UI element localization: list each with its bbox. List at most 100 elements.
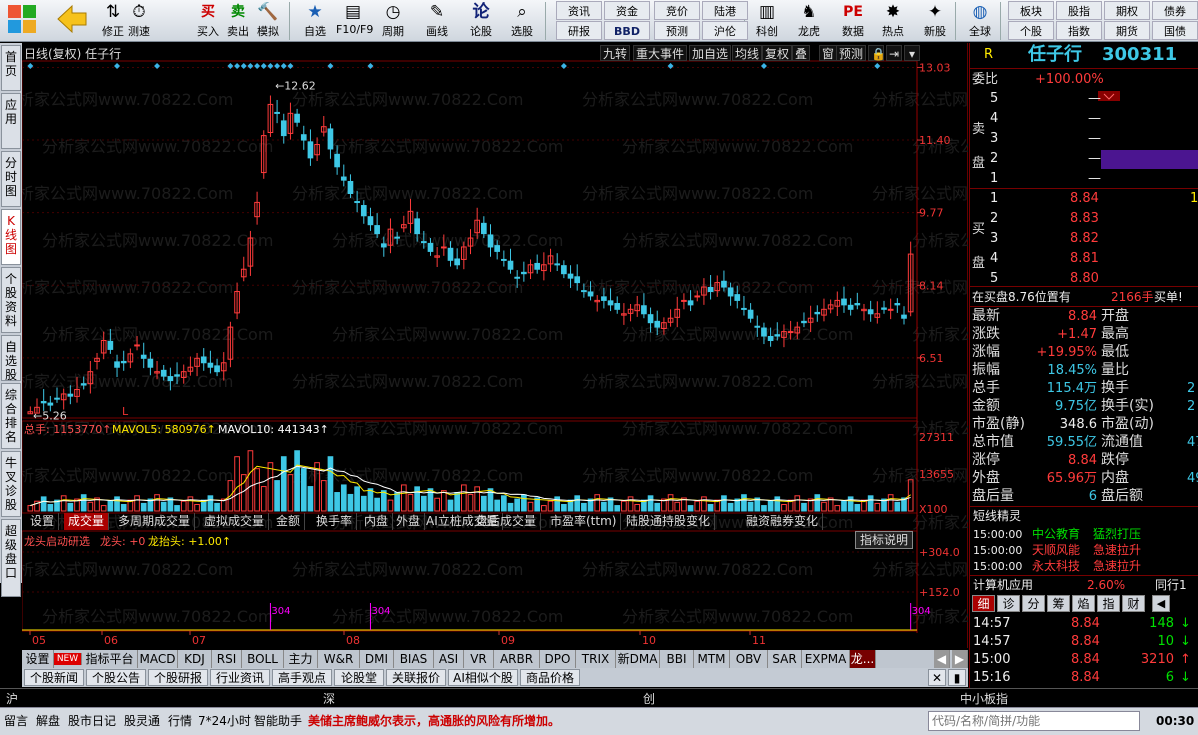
event-diamond-icon[interactable] — [234, 63, 241, 69]
buy-price-4[interactable]: 8.81 — [1070, 250, 1099, 267]
ind-tab-13[interactable]: ARBR — [494, 650, 540, 668]
toolbar-f10-button[interactable]: ▤ F10/F9 — [336, 1, 373, 41]
panel-tab-7[interactable]: 外盘 — [392, 513, 426, 530]
close-panel-icon[interactable]: ✕ — [928, 669, 946, 686]
ind-tab-2[interactable]: 指标平台 — [82, 650, 138, 668]
panel-tab-5[interactable]: 换手率 — [312, 513, 358, 530]
left-tab-8[interactable]: 超级盘口 — [1, 519, 21, 597]
toolbar-link-0-0[interactable]: 资讯 — [556, 1, 602, 20]
ind-tab-4[interactable]: KDJ — [178, 650, 212, 668]
panel-tab-2[interactable]: 多周期成交量 — [114, 513, 196, 530]
sell-price-1[interactable]: — — [1088, 170, 1101, 187]
toolbar-link-7-0[interactable]: 债券 — [1152, 1, 1198, 20]
left-tab-4[interactable]: 个股资料 — [1, 267, 21, 333]
indicator-explain-button[interactable]: 指标说明 — [855, 531, 914, 549]
event-diamond-icon[interactable] — [240, 63, 247, 69]
ind-tab-16[interactable]: 新DMA — [616, 650, 660, 668]
buy-price-2[interactable]: 8.83 — [1070, 210, 1099, 227]
detail-tab-5[interactable]: 指 — [1097, 595, 1120, 612]
toolbar-star-button[interactable]: ★ 自选 — [298, 1, 332, 41]
left-tab-1[interactable]: 应用 — [1, 93, 21, 149]
ind-tab-22[interactable]: 龙... — [850, 650, 876, 668]
status-item-2[interactable]: 股市日记 — [68, 711, 116, 731]
chart-btn-6[interactable]: 窗 — [819, 45, 838, 61]
toolbar-search-button[interactable]: ⌕ 选股 — [504, 1, 540, 41]
toolbar-scitech-button[interactable]: ▥ 科创 — [750, 1, 784, 41]
panel-tab-3[interactable]: 虚拟成交量 — [200, 513, 270, 530]
ind-tab-6[interactable]: BOLL — [242, 650, 284, 668]
detail-tab-3[interactable]: 筹 — [1047, 595, 1070, 612]
ind-tab-15[interactable]: TRIX — [576, 650, 616, 668]
toolbar-hot-button[interactable]: ✸ 热点 — [876, 1, 910, 41]
toolbar-link-7-1[interactable]: 国债 — [1152, 21, 1198, 40]
status-item-4[interactable]: 行情 — [168, 711, 192, 731]
back-button[interactable] — [50, 1, 94, 41]
panel-tab-10[interactable]: 市盈率(ttm) — [546, 513, 622, 530]
index-sh[interactable]: 沪 — [6, 690, 18, 707]
sell-price-3[interactable]: — — [1088, 130, 1101, 147]
event-diamond-icon[interactable] — [27, 63, 34, 69]
kline-chart-svg[interactable]: 分析家公式网www.70822.Com 分析家公式网www.70822.Com 分析… — [22, 43, 968, 648]
scroll-right-icon[interactable]: ▶ — [952, 650, 968, 668]
event-diamond-icon[interactable] — [280, 63, 287, 69]
status-item-5[interactable]: 7*24小时 — [198, 711, 251, 731]
event-diamond-icon[interactable] — [260, 63, 267, 69]
detail-tab-1[interactable]: 诊 — [997, 595, 1020, 612]
toolbar-link-5-0[interactable]: 股指 — [1056, 1, 1102, 20]
industry-name[interactable]: 计算机应用 — [973, 577, 1033, 594]
detail-tab-6[interactable]: 财 — [1122, 595, 1145, 612]
event-diamond-icon[interactable] — [367, 63, 374, 69]
ind-tab-12[interactable]: VR — [464, 650, 494, 668]
toolbar-link-2-1[interactable]: 预测 — [654, 21, 700, 40]
buy-price-5[interactable]: 8.80 — [1070, 270, 1099, 287]
ind-tab-18[interactable]: MTM — [694, 650, 730, 668]
toolbar-link-3-0[interactable]: 陆港 — [702, 1, 748, 20]
chart-btn-5[interactable]: 叠 — [792, 45, 811, 61]
info-tab-5[interactable]: 论股堂 — [334, 669, 384, 686]
index-sz[interactable]: 深 — [323, 690, 335, 707]
toolbar-cycle-button[interactable]: ◷ 周期 — [378, 1, 408, 41]
toolbar-globe-button[interactable]: ◍ 全球 — [960, 1, 1000, 41]
event-diamond-icon[interactable] — [560, 63, 567, 69]
detail-tab-0[interactable]: 细 — [972, 595, 995, 612]
panel-tab-11[interactable]: 陆股通持股变化 — [622, 513, 716, 530]
info-tab-7[interactable]: AI相似个股 — [448, 669, 518, 686]
detail-prev-icon[interactable]: ◀ — [1152, 595, 1170, 612]
info-tab-6[interactable]: 关联报价 — [386, 669, 446, 686]
event-diamond-icon[interactable] — [274, 63, 281, 69]
jump-end-icon[interactable]: ⇥ — [886, 45, 902, 61]
ind-tab-3[interactable]: MACD — [138, 650, 178, 668]
toolbar-newstock-button[interactable]: ✦ 新股 — [918, 1, 952, 41]
scroll-left-icon[interactable]: ◀ — [934, 650, 950, 668]
chart-btn-0[interactable]: 九转 — [600, 45, 631, 61]
event-diamond-icon[interactable] — [154, 63, 161, 69]
toolbar-clock-button[interactable]: ⏱ 测速 — [126, 1, 152, 41]
toolbar-pencil-button[interactable]: ✎ 画线 — [422, 1, 452, 41]
panel-tab-0[interactable]: 设置 — [26, 513, 60, 530]
event-diamond-icon[interactable] — [327, 63, 334, 69]
toolbar-link-6-1[interactable]: 期货 — [1104, 21, 1150, 40]
buy-price-3[interactable]: 8.82 — [1070, 230, 1099, 247]
info-tab-3[interactable]: 行业资讯 — [210, 669, 270, 686]
ind-tab-17[interactable]: BBI — [660, 650, 694, 668]
event-diamond-icon[interactable] — [227, 63, 234, 69]
left-tab-2[interactable]: 分时图 — [1, 151, 21, 207]
index-zxb[interactable]: 中小板指 — [960, 690, 1008, 707]
detail-tab-4[interactable]: 焰 — [1072, 595, 1095, 612]
toolbar-link-1-1[interactable]: BBD — [604, 21, 650, 40]
ind-tab-7[interactable]: 主力 — [284, 650, 318, 668]
toolbar-link-5-1[interactable]: 指数 — [1056, 21, 1102, 40]
chart-btn-7[interactable]: 预测 — [836, 45, 867, 61]
toolbar-buy-button[interactable]: 买买入 — [194, 1, 222, 41]
event-diamond-icon[interactable] — [254, 63, 261, 69]
info-tab-1[interactable]: 个股公告 — [86, 669, 146, 686]
ind-tab-21[interactable]: EXPMA — [802, 650, 850, 668]
ind-tab-14[interactable]: DPO — [540, 650, 576, 668]
toolbar-link-4-0[interactable]: 板块 — [1008, 1, 1054, 20]
ind-tab-19[interactable]: OBV — [730, 650, 768, 668]
status-item-3[interactable]: 股灵通 — [124, 711, 160, 731]
ind-tab-0[interactable]: 设置 — [22, 650, 54, 668]
chart-btn-1[interactable]: 重大事件 — [633, 45, 688, 61]
event-diamond-icon[interactable] — [287, 63, 294, 69]
event-diamond-icon[interactable] — [247, 63, 254, 69]
